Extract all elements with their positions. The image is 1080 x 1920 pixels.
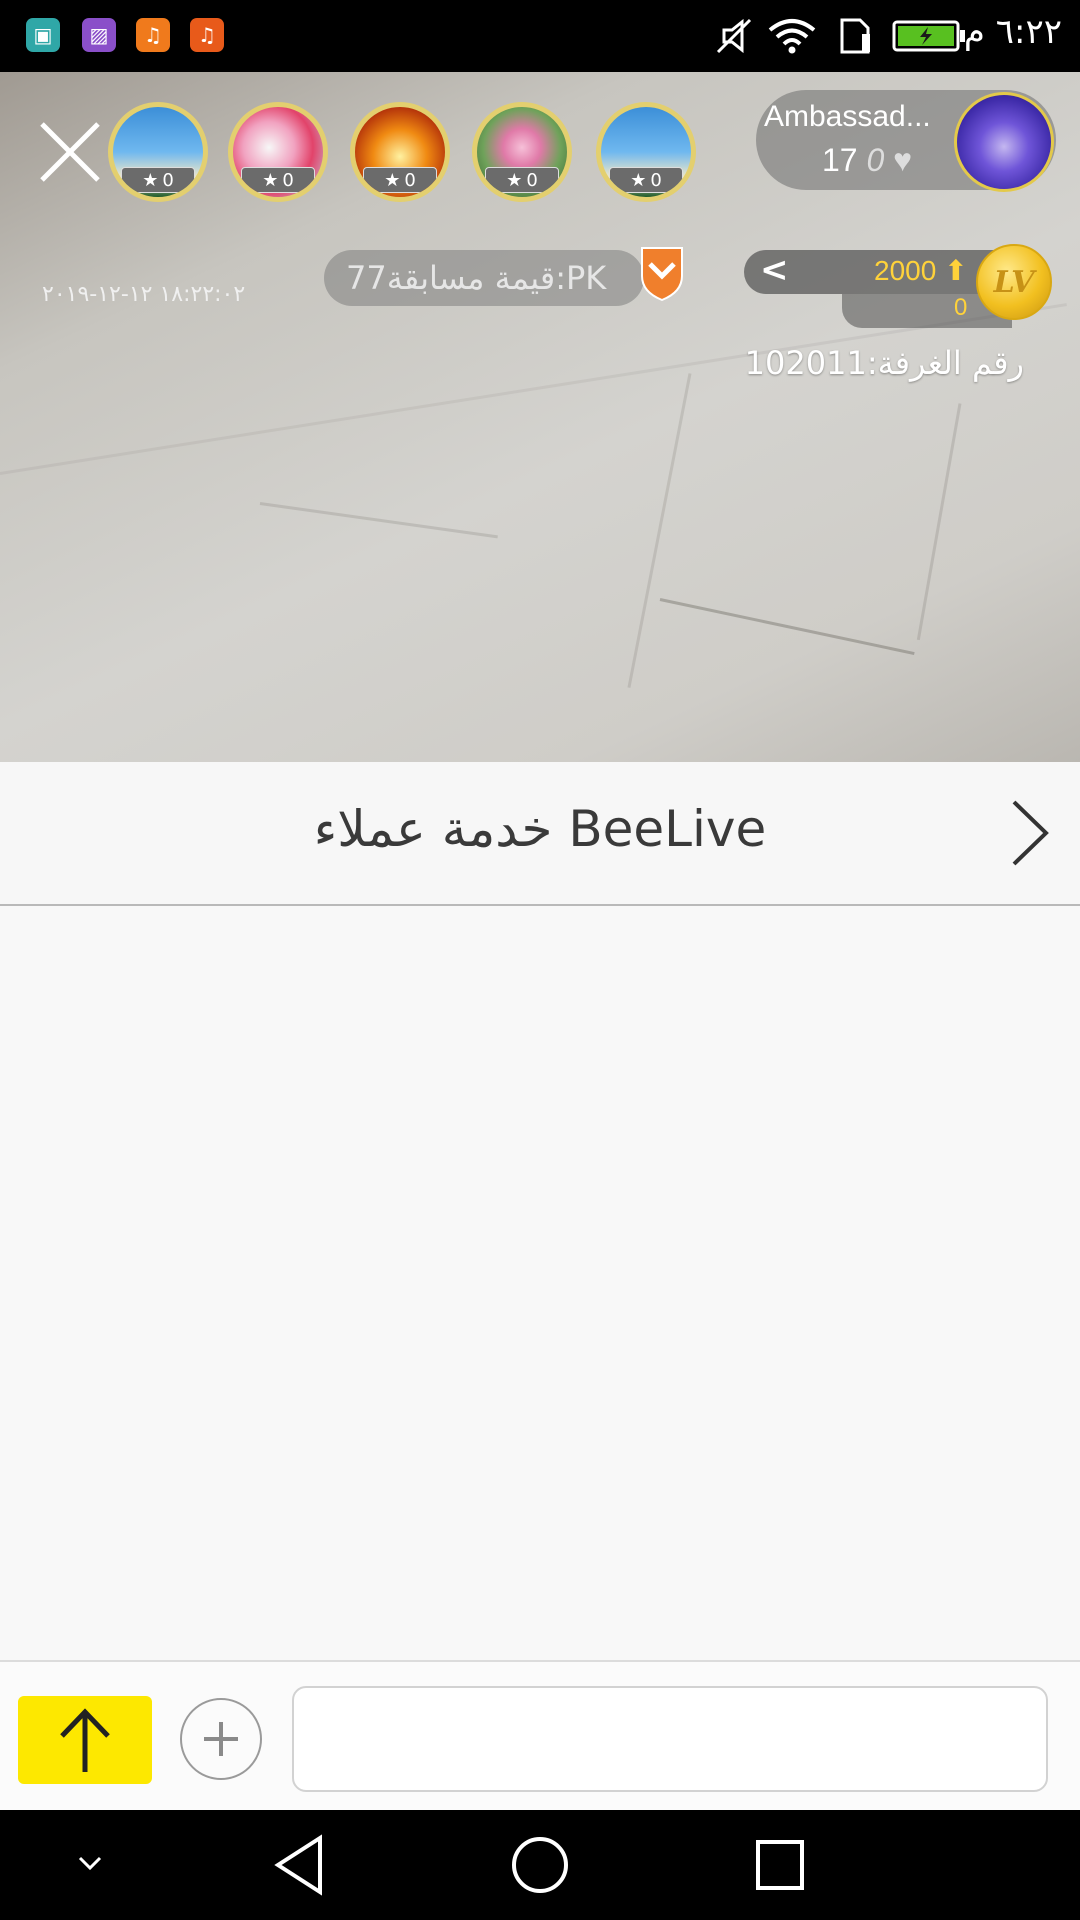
recents-icon[interactable] [750, 1828, 810, 1902]
viewer-badge: ★ 0 [121, 167, 195, 193]
battery-charging-icon [892, 20, 965, 52]
navigation-bar [0, 1810, 1080, 1920]
level-sub-score: 0 [954, 294, 968, 321]
star-icon: ★ [630, 169, 647, 191]
sim-icon [840, 18, 870, 54]
chevron-down-icon[interactable] [70, 1828, 110, 1902]
close-icon[interactable] [36, 118, 104, 186]
message-input-bar [0, 1660, 1080, 1810]
chat-title: خدمة عملاء BeeLive [313, 800, 767, 858]
arrow-up-icon [60, 1708, 110, 1772]
back-icon[interactable] [270, 1828, 330, 1902]
host-avatar[interactable] [954, 92, 1054, 192]
chevron-left-icon[interactable]: < [760, 250, 789, 290]
music-icon: ♫ [190, 18, 224, 52]
star-icon: ★ [142, 169, 159, 191]
home-icon[interactable] [508, 1828, 572, 1902]
star-icon: ★ [506, 169, 523, 191]
gallery-icon: ▨ [82, 18, 116, 52]
viewer-avatar[interactable]: ★ 0 [228, 102, 328, 202]
timestamp: ١٨:٢٢:٠٢ ١٢-١٢-٢٠١٩ [42, 282, 246, 307]
host-name: Ambassad... [764, 100, 931, 133]
viewer-avatar[interactable]: ★ 0 [596, 102, 696, 202]
android-icon: ▣ [26, 18, 60, 52]
clock: ٦:٢٢ م [963, 12, 1062, 52]
add-button[interactable] [180, 1698, 262, 1780]
viewer-avatar[interactable]: ★ 0 [350, 102, 450, 202]
chat-messages [0, 906, 1080, 1660]
host-likes: 17 0 ♥ [822, 142, 913, 178]
star-icon: ★ [384, 169, 401, 191]
live-video[interactable]: ★ 0 ★ 0 ★ 0 ★ 0 ★ 0 Ambassad... 17 0 ♥ قيمة م… [0, 72, 1080, 762]
level-score: 2000 ⬆ [874, 255, 968, 286]
arrow-up-icon: ⬆ [944, 255, 968, 286]
plus-icon [204, 1722, 238, 1756]
chat-header: خدمة عملاء BeeLive [0, 762, 1080, 906]
wifi-icon [768, 19, 816, 54]
viewer-avatar[interactable]: ★ 0 [108, 102, 208, 202]
send-button[interactable] [18, 1696, 152, 1784]
music-icon: ♫ [136, 18, 170, 52]
viewer-avatar[interactable]: ★ 0 [472, 102, 572, 202]
viewer-badge: ★ 0 [485, 167, 559, 193]
viewer-badge: ★ 0 [241, 167, 315, 193]
viewer-badge: ★ 0 [609, 167, 683, 193]
pk-value[interactable]: قيمة مسابقة77:PK [324, 250, 644, 306]
shield-badge-icon [641, 247, 683, 302]
heart-icon: ♥ [893, 142, 913, 178]
star-icon: ★ [262, 169, 279, 191]
mute-icon [716, 18, 752, 54]
status-bar: ▣ ▨ ♫ ♫ ٦:٢٢ م [0, 0, 1080, 72]
level-badge: LV [976, 244, 1052, 320]
chevron-right-icon[interactable] [1008, 798, 1052, 868]
message-input[interactable] [292, 1686, 1048, 1792]
viewer-badge: ★ 0 [363, 167, 437, 193]
room-number: رقم الغرفة:102011 [744, 344, 1024, 382]
